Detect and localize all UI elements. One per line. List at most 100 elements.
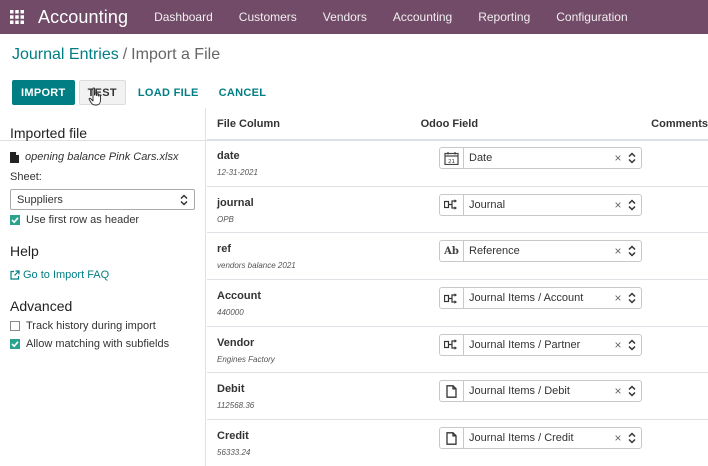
text-field-icon: Ab [440, 241, 464, 262]
app-brand[interactable]: Accounting [38, 7, 128, 28]
nav-customers[interactable]: Customers [239, 10, 297, 24]
odoo-field-select[interactable]: Journal Items / Debit × [439, 380, 642, 403]
clear-icon[interactable]: × [613, 338, 623, 352]
help-title: Help [10, 243, 39, 259]
clear-icon[interactable]: × [613, 244, 623, 258]
sheet-select[interactable]: Suppliers [10, 189, 195, 210]
track-history-checkbox-row[interactable]: Track history during import [10, 320, 195, 332]
table-row: Vendor Engines Factory Journal Items / P… [207, 327, 708, 374]
select-arrows-icon[interactable] [623, 199, 641, 211]
column-sample: 112568.36 [217, 401, 255, 411]
header-odoo-field: Odoo Field [420, 117, 479, 130]
odoo-field-select[interactable]: 21 Date × [439, 147, 642, 169]
column-sample: OPB [217, 214, 234, 224]
imported-file-name: opening balance Pink Cars.xlsx [10, 151, 195, 163]
header-file-column: File Column [217, 117, 280, 130]
use-header-checkbox-row[interactable]: Use first row as header [10, 214, 195, 226]
check-icon [11, 217, 19, 224]
file-name-text: opening balance Pink Cars.xlsx [25, 151, 179, 163]
select-arrows-icon[interactable] [623, 385, 641, 397]
sheet-label: Sheet: [10, 171, 42, 183]
apps-grid-icon[interactable] [0, 0, 34, 34]
column-name: ref [217, 243, 232, 256]
column-name: journal [217, 196, 254, 209]
top-navbar: Accounting Dashboard Customers Vendors A… [0, 0, 708, 34]
table-row: Account 440000 Journal Items / Account × [207, 280, 708, 327]
file-icon [10, 151, 19, 163]
odoo-field-value: Journal Items / Partner [469, 338, 581, 351]
odoo-field-value: Journal Items / Debit [469, 385, 570, 398]
odoo-field-select[interactable]: Journal × [439, 193, 642, 216]
nav-vendors[interactable]: Vendors [323, 10, 367, 24]
table-row: date 12-31-2021 21 Date × [207, 140, 708, 187]
relation-icon [440, 334, 464, 355]
breadcrumb-journal-entries[interactable]: Journal Entries [12, 46, 119, 64]
cancel-button[interactable]: CANCEL [211, 80, 275, 105]
allow-matching-checkbox-row[interactable]: Allow matching with subfields [10, 338, 195, 350]
mapping-table: File Column Odoo Field Comments date 12-… [207, 108, 708, 466]
svg-text:21: 21 [448, 158, 455, 164]
calendar-icon: 21 [440, 148, 464, 168]
column-sample: 56333.24 [217, 448, 251, 458]
use-header-label: Use first row as header [26, 214, 140, 226]
check-icon [11, 341, 19, 348]
import-faq-link[interactable]: Go to Import FAQ [10, 269, 195, 281]
clear-icon[interactable]: × [613, 291, 623, 305]
odoo-field-select[interactable]: Journal Items / Account × [439, 287, 642, 310]
clear-icon[interactable]: × [613, 384, 623, 398]
nav-accounting[interactable]: Accounting [393, 10, 452, 24]
odoo-field-value: Journal Items / Credit [469, 432, 574, 445]
table-row: Credit 56333.24 Journal Items / Credit × [207, 420, 708, 466]
faq-link-label: Go to Import FAQ [23, 269, 110, 281]
allow-matching-checkbox[interactable] [10, 339, 20, 349]
document-icon [440, 381, 464, 402]
breadcrumb: Journal Entries / Import a File [12, 44, 696, 66]
allow-matching-label: Allow matching with subfields [26, 338, 170, 350]
import-button[interactable]: IMPORT [12, 80, 75, 105]
column-name: Credit [217, 430, 249, 443]
select-arrows-icon[interactable] [623, 292, 641, 304]
nav-reporting[interactable]: Reporting [478, 10, 530, 24]
select-arrows-icon[interactable] [623, 339, 641, 351]
clear-icon[interactable]: × [613, 198, 623, 212]
odoo-field-value: Reference [469, 245, 520, 258]
clear-icon[interactable]: × [613, 431, 623, 445]
breadcrumb-current: Import a File [131, 46, 221, 63]
nav-configuration[interactable]: Configuration [556, 10, 627, 24]
select-arrows-icon [180, 193, 188, 206]
odoo-field-value: Journal [469, 198, 506, 211]
column-name: date [217, 150, 240, 162]
track-history-label: Track history during import [26, 320, 156, 332]
sheet-select-value: Suppliers [17, 193, 63, 206]
advanced-title: Advanced [10, 298, 73, 314]
column-sample: 12-31-2021 [217, 168, 258, 177]
table-row: ref vendors balance 2021 Ab Reference × [207, 233, 708, 281]
select-arrows-icon[interactable] [623, 245, 641, 257]
clear-icon[interactable]: × [613, 151, 623, 165]
column-sample: 440000 [217, 308, 244, 318]
test-button[interactable]: TEST [78, 80, 126, 106]
breadcrumb-separator: / [122, 46, 128, 63]
table-row: Debit 112568.36 Journal Items / Debit × [207, 373, 708, 421]
track-history-checkbox[interactable] [10, 321, 20, 331]
nav-dashboard[interactable]: Dashboard [154, 10, 213, 24]
select-arrows-icon[interactable] [623, 432, 641, 444]
relation-icon [440, 194, 464, 215]
odoo-field-select[interactable]: Journal Items / Credit × [439, 427, 642, 450]
odoo-field-select[interactable]: Journal Items / Partner × [439, 333, 642, 356]
hand-cursor-icon [88, 87, 101, 106]
load-file-button[interactable]: LOAD FILE [130, 80, 207, 105]
imported-file-title: Imported file [10, 125, 88, 141]
use-header-checkbox[interactable] [10, 215, 20, 225]
odoo-field-select[interactable]: Ab Reference × [439, 240, 642, 263]
table-header: File Column Odoo Field Comments [207, 108, 708, 140]
table-row: journal OPB Journal × [207, 187, 708, 234]
select-arrows-icon[interactable] [623, 152, 641, 164]
column-sample: Engines Factory [217, 354, 275, 364]
column-name: Account [217, 290, 261, 303]
odoo-field-value: Date [469, 152, 493, 164]
import-sidebar: Imported file opening balance Pink Cars.… [0, 108, 206, 466]
column-name: Debit [217, 383, 245, 396]
relation-icon [440, 288, 464, 309]
header-comments: Comments [651, 117, 708, 130]
